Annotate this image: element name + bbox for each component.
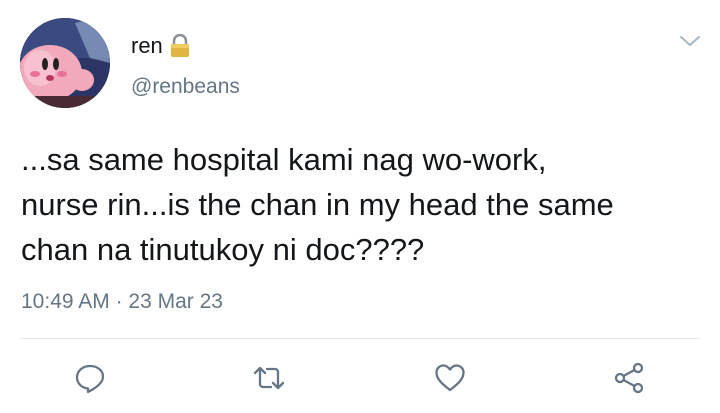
tweet-card: ren @renbeans ...sa same hospital kami n… bbox=[0, 0, 720, 413]
display-name[interactable]: ren bbox=[131, 33, 163, 59]
reply-icon bbox=[75, 364, 105, 394]
share-button[interactable] bbox=[607, 356, 651, 400]
user-handle[interactable]: @renbeans bbox=[131, 74, 240, 100]
tweet-date: 23 Mar 23 bbox=[128, 290, 223, 313]
chevron-down-icon[interactable] bbox=[678, 33, 702, 49]
share-icon bbox=[614, 362, 644, 394]
timestamp-separator: · bbox=[109, 290, 129, 313]
lock-icon bbox=[169, 33, 191, 58]
tweet-text: ...sa same hospital kami nag wo-work, nu… bbox=[21, 142, 614, 267]
tweet-timestamp[interactable]: 10:49 AM · 23 Mar 23 bbox=[21, 289, 223, 315]
heart-icon bbox=[435, 364, 465, 392]
divider bbox=[20, 338, 700, 339]
retweet-icon bbox=[253, 366, 285, 390]
tweet-time: 10:49 AM bbox=[21, 290, 110, 313]
retweet-button[interactable] bbox=[247, 356, 291, 400]
action-bar bbox=[0, 356, 720, 400]
kirby-avatar-image bbox=[20, 18, 110, 108]
reply-button[interactable] bbox=[68, 356, 112, 400]
avatar[interactable] bbox=[20, 18, 110, 108]
name-row: ren bbox=[131, 33, 191, 59]
like-button[interactable] bbox=[428, 356, 472, 400]
